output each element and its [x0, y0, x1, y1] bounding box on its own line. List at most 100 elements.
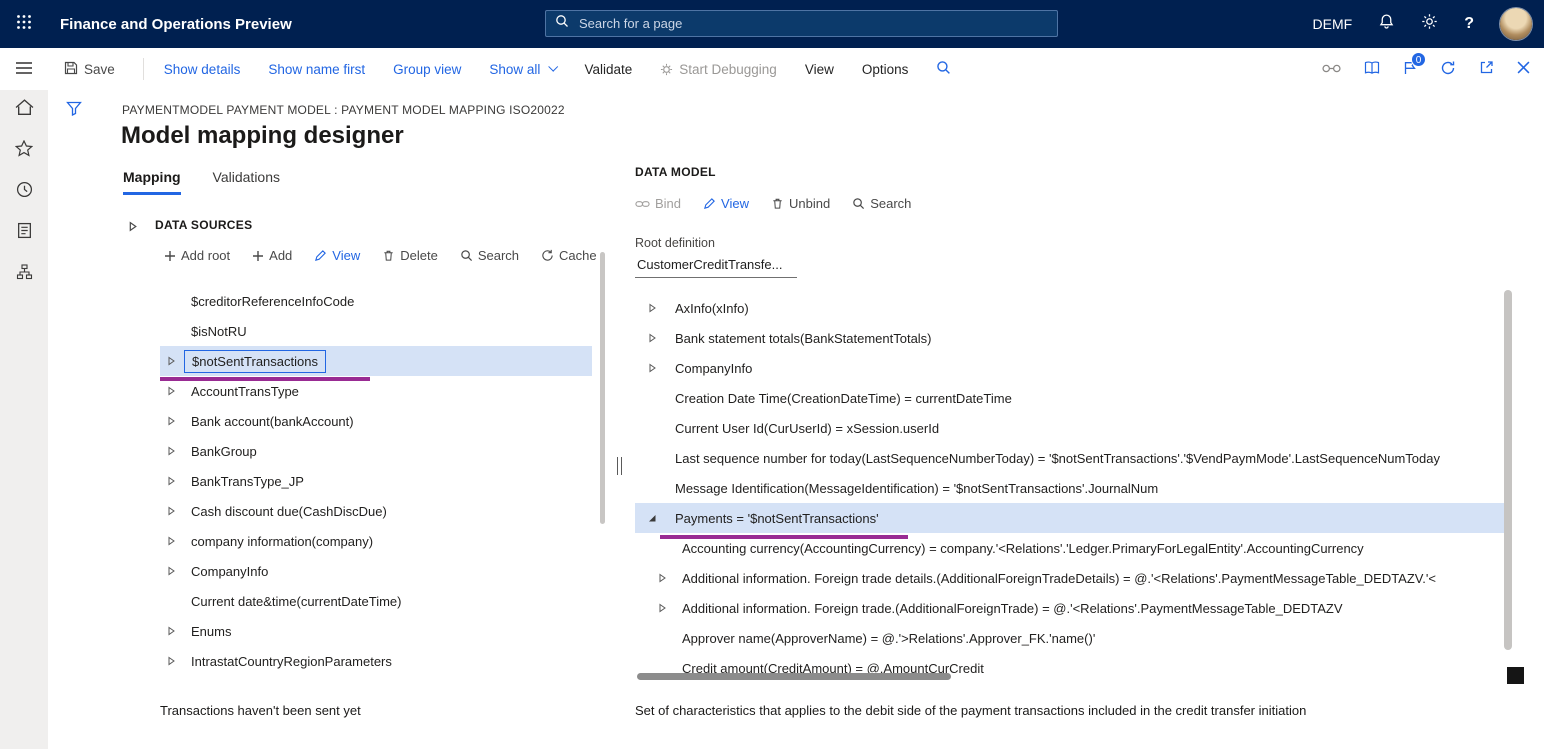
tree-item-label: BankTransType_JP	[191, 474, 304, 489]
expand-icon[interactable]	[166, 386, 178, 396]
expand-icon[interactable]	[647, 303, 659, 313]
tree-item-additional-information-foreign-trade-detai[interactable]: Additional information. Foreign trade de…	[635, 563, 1511, 593]
tree-item-bank-account-bankaccount[interactable]: Bank account(bankAccount)	[160, 406, 592, 436]
actionbar-show-name-first-button[interactable]: Show name first	[268, 62, 365, 77]
tree-item-creation-date-time-creationdatetime-curren[interactable]: Creation Date Time(CreationDateTime) = c…	[635, 383, 1511, 413]
actionbar-validate-button[interactable]: Validate	[584, 62, 632, 77]
actionbar-view-button[interactable]: View	[805, 62, 834, 77]
tree-item-company-information-company[interactable]: company information(company)	[160, 526, 592, 556]
tree-item-credit-amount-creditamount-amountcurcredit[interactable]: Credit amount(CreditAmount) = @.AmountCu…	[635, 653, 1511, 673]
horizontal-scrollbar[interactable]	[637, 673, 951, 680]
app-title[interactable]: Finance and Operations Preview	[60, 16, 292, 33]
expand-icon[interactable]	[166, 506, 178, 516]
tree-item-$creditorreferenceinfocode[interactable]: $creditorReferenceInfoCode	[160, 286, 592, 316]
expand-icon[interactable]	[166, 416, 178, 426]
data-model-scrollbar[interactable]	[1504, 290, 1512, 650]
expand-icon[interactable]	[166, 566, 178, 576]
chevron-down-icon	[549, 61, 559, 71]
actionbar-options-button[interactable]: Options	[862, 62, 909, 77]
tree-item-axinfo-xinfo[interactable]: AxInfo(xInfo)	[635, 293, 1511, 323]
tab-mapping[interactable]: Mapping	[123, 169, 181, 195]
tree-item-additional-information-foreign-trade-addit[interactable]: Additional information. Foreign trade.(A…	[635, 593, 1511, 623]
save-button[interactable]: Save	[64, 61, 115, 78]
expand-icon[interactable]	[166, 656, 178, 666]
actionbar-show-all-button[interactable]: Show all	[489, 62, 556, 77]
refresh-button[interactable]	[1440, 60, 1456, 79]
waffle-icon	[16, 14, 32, 35]
recent-button[interactable]	[6, 176, 42, 208]
reading-pane-button[interactable]	[1364, 61, 1380, 78]
filter-button[interactable]	[66, 101, 82, 121]
tree-item-bank-statement-totals-bankstatementtotals[interactable]: Bank statement totals(BankStatementTotal…	[635, 323, 1511, 353]
settings-button[interactable]	[1421, 13, 1438, 35]
page-search-box[interactable]	[545, 10, 1058, 37]
tree-item-payments-$notsenttransactions[interactable]: Payments = '$notSentTransactions'	[635, 503, 1511, 533]
view-button[interactable]: View	[703, 196, 749, 211]
root-definition-field[interactable]: CustomerCreditTransfe...	[635, 256, 797, 278]
datasources-scrollbar[interactable]	[600, 252, 605, 524]
expand-icon[interactable]	[657, 603, 669, 613]
add-button[interactable]: Add	[252, 248, 292, 263]
favorites-button[interactable]	[6, 135, 42, 167]
tree-item-last-sequence-number-for-today-lastsequenc[interactable]: Last sequence number for today(LastSeque…	[635, 443, 1511, 473]
add-root-button[interactable]: Add root	[164, 248, 230, 263]
tree-item-label: Bank account(bankAccount)	[191, 414, 354, 429]
expand-icon[interactable]	[166, 626, 178, 636]
tree-item-label: BankGroup	[191, 444, 257, 459]
app-launcher-button[interactable]	[0, 0, 48, 48]
root-definition-label: Root definition	[635, 236, 715, 250]
view-button[interactable]: View	[314, 248, 360, 263]
open-in-new-window-button[interactable]	[1479, 60, 1494, 78]
tree-item-banktranstype-jp[interactable]: BankTransType_JP	[160, 466, 592, 496]
expand-icon[interactable]	[657, 573, 669, 583]
tree-item-intrastatcountryregionparameters[interactable]: IntrastatCountryRegionParameters	[160, 646, 592, 676]
expand-icon[interactable]	[166, 356, 178, 366]
tree-item-bankgroup[interactable]: BankGroup	[160, 436, 592, 466]
tree-item-enums[interactable]: Enums	[160, 616, 592, 646]
breadcrumb: PAYMENTMODEL PAYMENT MODEL : PAYMENT MOD…	[122, 103, 565, 117]
expand-icon[interactable]	[166, 446, 178, 456]
close-button[interactable]	[1517, 61, 1530, 77]
journal-button[interactable]	[6, 217, 42, 249]
actionbar-start-debugging-button[interactable]: Start Debugging	[660, 62, 777, 77]
company-picker[interactable]: DEMF	[1313, 16, 1353, 32]
tab-validations[interactable]: Validations	[213, 169, 280, 195]
avatar[interactable]	[1500, 8, 1532, 40]
datasources-expand-icon[interactable]	[127, 219, 138, 237]
panel-splitter-handle[interactable]	[617, 457, 622, 475]
notifications-button[interactable]	[1378, 13, 1395, 35]
tree-item-companyinfo[interactable]: CompanyInfo	[160, 556, 592, 586]
tree-item-approver-name-approvername-relations-appro[interactable]: Approver name(ApproverName) = @.'>Relati…	[635, 623, 1511, 653]
home-icon	[15, 99, 34, 121]
actionbar-show-details-button[interactable]: Show details	[164, 62, 241, 77]
tree-item-current-user-id-curuserid-xsession-userid[interactable]: Current User Id(CurUserId) = xSession.us…	[635, 413, 1511, 443]
expand-icon[interactable]	[166, 536, 178, 546]
tree-item-cash-discount-due-cashdiscdue[interactable]: Cash discount due(CashDiscDue)	[160, 496, 592, 526]
hamburger-menu-button[interactable]	[0, 48, 48, 90]
actionbar-search-button[interactable]	[936, 60, 951, 78]
actionbar-group-view-button[interactable]: Group view	[393, 62, 461, 77]
expand-icon[interactable]	[647, 333, 659, 343]
flag-badge: 0	[1411, 52, 1426, 67]
home-button[interactable]	[6, 94, 42, 126]
expand-icon[interactable]	[647, 363, 659, 373]
unbind-button[interactable]: Unbind	[771, 196, 830, 211]
collapse-icon[interactable]	[647, 513, 659, 523]
page-search-input[interactable]	[577, 15, 1048, 32]
help-button[interactable]: ?	[1464, 15, 1474, 33]
cache-button[interactable]: Cache	[541, 248, 597, 263]
expand-icon[interactable]	[166, 476, 178, 486]
search-button[interactable]: Search	[852, 196, 911, 211]
glasses-icon	[1322, 62, 1341, 77]
bind-button[interactable]: Bind	[635, 196, 681, 211]
workspaces-button[interactable]	[6, 258, 42, 290]
tree-item-companyinfo[interactable]: CompanyInfo	[635, 353, 1511, 383]
flag-button[interactable]: 0	[1403, 60, 1417, 79]
tree-item-$isnotru[interactable]: $isNotRU	[160, 316, 592, 346]
delete-button[interactable]: Delete	[382, 248, 438, 263]
tree-item-message-identification-messageidentificati[interactable]: Message Identification(MessageIdentifica…	[635, 473, 1511, 503]
tree-item-current-date-time-currentdatetime[interactable]: Current date&time(currentDateTime)	[160, 586, 592, 616]
search-button[interactable]: Search	[460, 248, 519, 263]
hamburger-icon	[15, 61, 33, 78]
tree-item-$notsenttransactions[interactable]: $notSentTransactions	[160, 346, 592, 376]
